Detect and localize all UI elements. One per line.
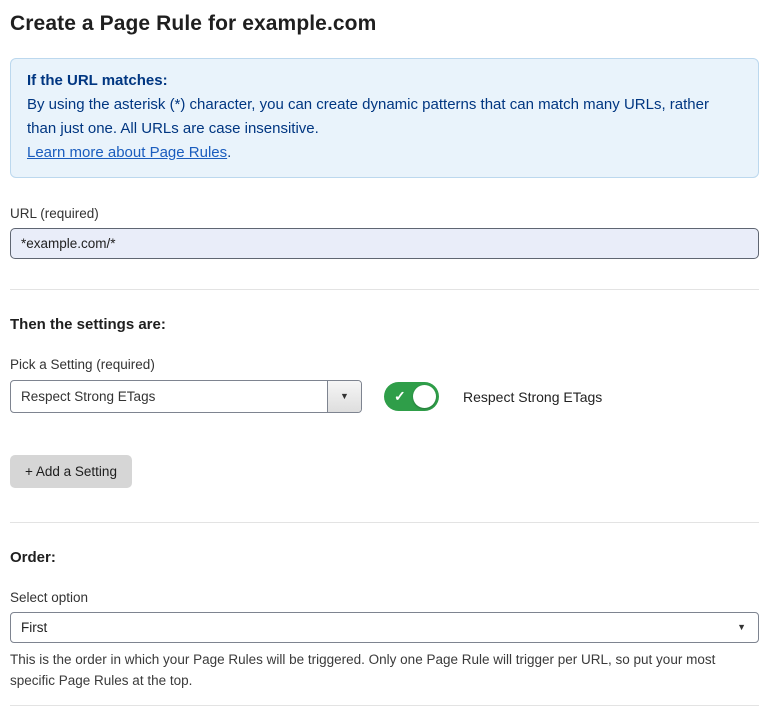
order-heading: Order: <box>10 549 759 566</box>
link-period: . <box>227 144 231 161</box>
info-box-body: By using the asterisk (*) character, you… <box>27 93 742 141</box>
order-select-caret: ▼ <box>737 623 758 632</box>
setting-select-value: Respect Strong ETags <box>11 381 327 412</box>
chevron-down-icon: ▼ <box>340 392 349 401</box>
url-input[interactable] <box>10 228 759 259</box>
etags-toggle[interactable]: ✓ <box>384 382 439 411</box>
order-help-text: This is the order in which your Page Rul… <box>10 649 755 691</box>
info-box-heading: If the URL matches: <box>27 69 742 93</box>
order-select-value: First <box>11 620 737 635</box>
order-select[interactable]: First ▼ <box>10 612 759 643</box>
order-select-label: Select option <box>10 590 759 605</box>
settings-heading: Then the settings are: <box>10 316 759 333</box>
learn-more-page-rules-link[interactable]: Learn more about Page Rules <box>27 144 227 161</box>
page-title: Create a Page Rule for example.com <box>10 12 759 36</box>
check-icon: ✓ <box>394 388 406 405</box>
divider <box>10 289 759 290</box>
setting-row: Respect Strong ETags ▼ ✓ Respect Strong … <box>10 380 759 413</box>
setting-select[interactable]: Respect Strong ETags ▼ <box>10 380 362 413</box>
page-rule-form: Create a Page Rule for example.com If th… <box>0 0 769 718</box>
pick-setting-label: Pick a Setting (required) <box>10 357 759 372</box>
toggle-knob <box>413 385 436 408</box>
etags-toggle-label: Respect Strong ETags <box>463 389 602 405</box>
url-match-info-box: If the URL matches: By using the asteris… <box>10 58 759 178</box>
url-label: URL (required) <box>10 206 759 221</box>
divider <box>10 705 759 706</box>
divider <box>10 522 759 523</box>
add-setting-button[interactable]: + Add a Setting <box>10 455 132 488</box>
chevron-down-icon: ▼ <box>737 623 746 632</box>
setting-select-caret-button[interactable]: ▼ <box>327 381 361 412</box>
info-box-link-line: Learn more about Page Rules. <box>27 141 742 165</box>
